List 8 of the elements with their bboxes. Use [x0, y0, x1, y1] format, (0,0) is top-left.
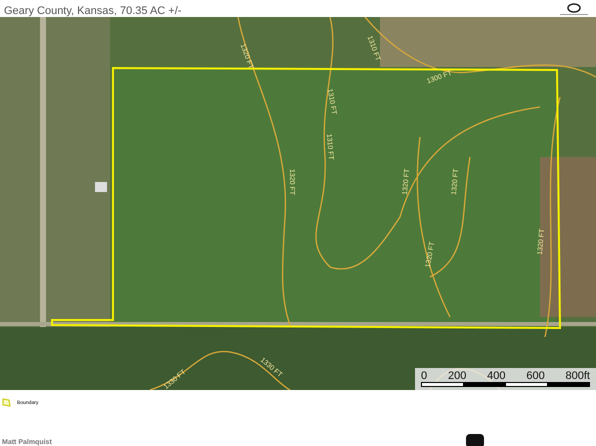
map-subtitle: Geary County, Kansas, 70.35 AC +/-: [4, 5, 182, 17]
scale-label: 800ft: [566, 370, 590, 382]
scale-label: 600: [526, 370, 545, 382]
company-logo-icon: [466, 434, 484, 446]
boundary-swatch-icon: [2, 398, 11, 407]
scale-label: 400: [487, 370, 506, 382]
scale-label: 200: [448, 370, 466, 382]
scale-label: 0: [421, 370, 428, 382]
